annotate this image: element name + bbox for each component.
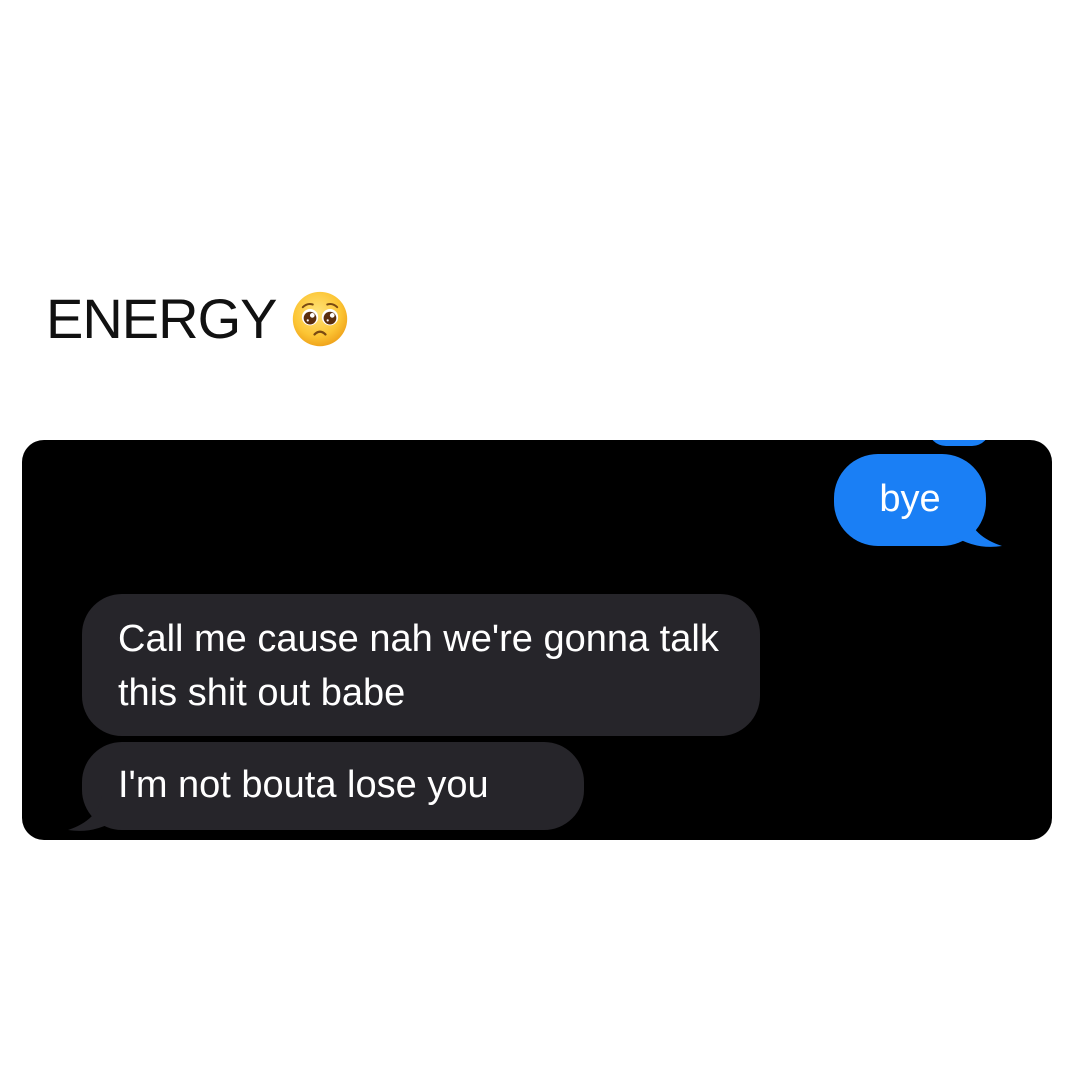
pleading-face-emoji-icon [292,291,347,347]
chat-screenshot: bye Call me cause nah we're gonna talk t… [22,440,1052,840]
received-message-bubble: Call me cause nah we're gonna talk this … [82,594,760,736]
partial-sent-bubble [928,440,990,446]
received-bubble-tail [68,796,116,831]
caption-text: ENERGY [46,287,277,350]
received-message-bubble: I'm not bouta lose you [82,742,584,830]
sent-bubble-tail [954,514,1002,547]
post-caption: ENERGY [46,290,349,348]
